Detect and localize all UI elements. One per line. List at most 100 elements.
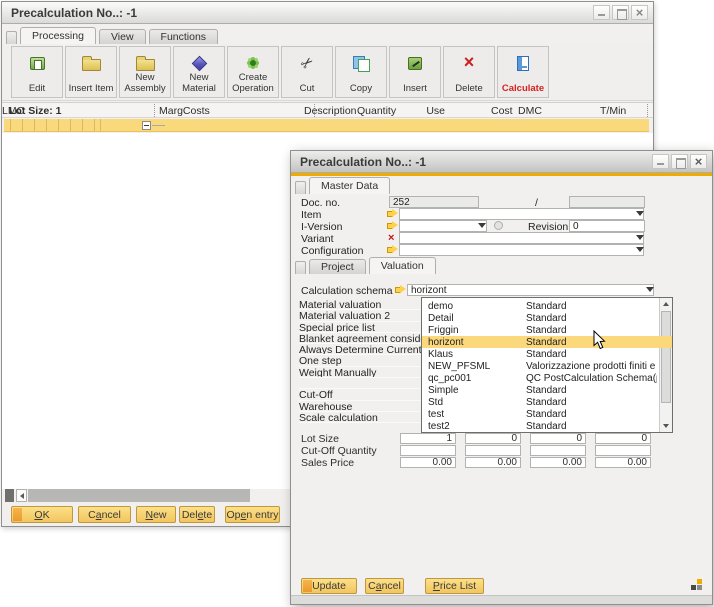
numeric-field[interactable]: 0.00	[595, 457, 651, 468]
scroll-split-box[interactable]	[5, 489, 14, 502]
option-description: Standard	[526, 313, 657, 324]
numeric-field[interactable]: 0	[465, 433, 521, 444]
numeric-field[interactable]: 0.00	[465, 457, 521, 468]
operation-gear-icon	[246, 56, 260, 70]
dropdown-option[interactable]: horizont Standard	[422, 336, 672, 348]
dropdown-option[interactable]: Simple Standard	[422, 384, 672, 396]
action-button[interactable]: New	[136, 506, 176, 523]
numeric-field[interactable]	[400, 445, 456, 456]
action-button[interactable]: Delete	[179, 506, 215, 523]
toolbar-button[interactable]: Insert	[389, 46, 441, 98]
numeric-field[interactable]: 0	[595, 433, 651, 444]
grid-column-header[interactable]: LMC	[2, 105, 24, 117]
action-button[interactable]: Update	[301, 578, 357, 594]
dropdown-option[interactable]: qc_pc001 QC PostCalculation Schema(pc_20…	[422, 372, 672, 384]
tab[interactable]: Processing	[20, 27, 96, 44]
grid-selected-row[interactable]	[4, 119, 649, 132]
tab-master-data[interactable]: Master Data	[309, 177, 390, 194]
chevron-down-icon[interactable]	[636, 247, 644, 252]
action-button[interactable]: Open entry	[225, 506, 280, 523]
doc-no2-field[interactable]	[569, 196, 645, 208]
maximize-icon[interactable]	[671, 154, 688, 169]
chevron-down-icon[interactable]	[646, 287, 654, 292]
toolbar-button[interactable]: Edit	[11, 46, 63, 98]
resize-grip-icon[interactable]	[691, 579, 702, 590]
copy-icon	[353, 56, 369, 71]
toolbar-button[interactable]: Calculate	[497, 46, 549, 98]
numeric-field[interactable]	[465, 445, 521, 456]
grid-column-header[interactable]: Use	[404, 105, 445, 117]
tab[interactable]: View	[99, 29, 146, 44]
dropdown-option[interactable]: NEW_PFSML Valorizzazione prodotti finiti…	[422, 360, 672, 372]
toolbar-button[interactable]: New Material	[173, 46, 225, 98]
numeric-field[interactable]	[530, 445, 586, 456]
chevron-down-icon[interactable]	[636, 211, 644, 216]
toolbar-button[interactable]: Copy	[335, 46, 387, 98]
grid-column-header[interactable]: Description	[304, 105, 352, 117]
close-icon[interactable]	[690, 154, 707, 169]
toolbar-button[interactable]: Insert Item	[65, 46, 117, 98]
option-name: Klaus	[428, 349, 453, 360]
front-window-titlebar[interactable]: Precalculation No..: -1	[291, 151, 712, 173]
toolbar-button-label: Edit	[29, 84, 45, 95]
tree-collapse-icon[interactable]	[142, 121, 151, 130]
maximize-icon[interactable]	[612, 5, 629, 20]
subtab[interactable]: Project	[309, 259, 366, 274]
grid-column-header[interactable]: Cost	[491, 105, 513, 117]
front-window-title: Precalculation No..: -1	[300, 155, 426, 169]
tree-connector	[152, 125, 165, 126]
valuation-setting-label: Material valuation 2	[299, 310, 421, 321]
grid-column-header[interactable]: Quantity	[357, 105, 396, 117]
toolbar-button[interactable]: Cut	[281, 46, 333, 98]
scroll-track[interactable]	[28, 489, 250, 502]
link-arrow-icon[interactable]	[395, 285, 406, 294]
configuration-combo[interactable]	[399, 244, 644, 256]
dropdown-option[interactable]: Detail Standard	[422, 312, 672, 324]
grid-column-header[interactable]: MargCosts	[159, 105, 210, 117]
action-button[interactable]: Cancel	[365, 578, 404, 594]
back-window-titlebar[interactable]: Precalculation No..: -1	[2, 2, 653, 24]
item-combo[interactable]	[399, 208, 644, 220]
option-name: Friggin	[428, 325, 459, 336]
tab-label: View	[111, 31, 134, 43]
link-arrow-icon[interactable]	[387, 209, 398, 218]
toolbar-button[interactable]: Create Operation	[227, 46, 279, 98]
numeric-field[interactable]	[595, 445, 651, 456]
link-arrow-icon[interactable]	[387, 221, 398, 230]
tab-stub	[295, 261, 306, 274]
revision-field[interactable]: 0	[569, 220, 645, 232]
iversion-combo[interactable]	[399, 220, 487, 232]
close-icon[interactable]	[631, 5, 648, 20]
option-description: Standard	[526, 337, 657, 348]
dropdown-option[interactable]: Friggin Standard	[422, 324, 672, 336]
minimize-icon[interactable]	[593, 5, 610, 20]
toolbar-button[interactable]: Delete	[443, 46, 495, 98]
option-name: Simple	[428, 385, 459, 396]
dropdown-option[interactable]: test Standard	[422, 408, 672, 420]
subtab[interactable]: Valuation	[369, 257, 436, 274]
numeric-field[interactable]: 1	[400, 433, 456, 444]
toolbar-button-label: Calculate	[502, 84, 544, 95]
link-arrow-icon[interactable]	[387, 245, 398, 254]
minimize-icon[interactable]	[652, 154, 669, 169]
action-button[interactable]: OK	[11, 506, 73, 523]
dropdown-option[interactable]: test2 Standard	[422, 420, 672, 432]
grid-column-header[interactable]: T/Min	[600, 105, 626, 117]
variant-combo[interactable]	[399, 232, 644, 244]
dropdown-option[interactable]: Std Standard	[422, 396, 672, 408]
dropdown-option[interactable]: Klaus Standard	[422, 348, 672, 360]
doc-no-field[interactable]: 252	[389, 196, 479, 208]
action-button[interactable]: Price List	[425, 578, 484, 594]
numeric-field[interactable]: 0	[530, 433, 586, 444]
chevron-down-icon[interactable]	[636, 235, 644, 240]
scroll-left-icon[interactable]	[16, 489, 27, 502]
chevron-down-icon[interactable]	[478, 223, 486, 228]
numeric-field[interactable]: 0.00	[400, 457, 456, 468]
action-button[interactable]: Cancel	[78, 506, 131, 523]
grid-column-header[interactable]: DMC	[518, 105, 542, 117]
dropdown-option[interactable]: demo Standard	[422, 300, 672, 312]
numeric-field[interactable]: 0.00	[530, 457, 586, 468]
tab[interactable]: Functions	[149, 29, 219, 44]
toolbar-button[interactable]: New Assembly	[119, 46, 171, 98]
calc-schema-combo[interactable]: horizont	[407, 284, 654, 296]
